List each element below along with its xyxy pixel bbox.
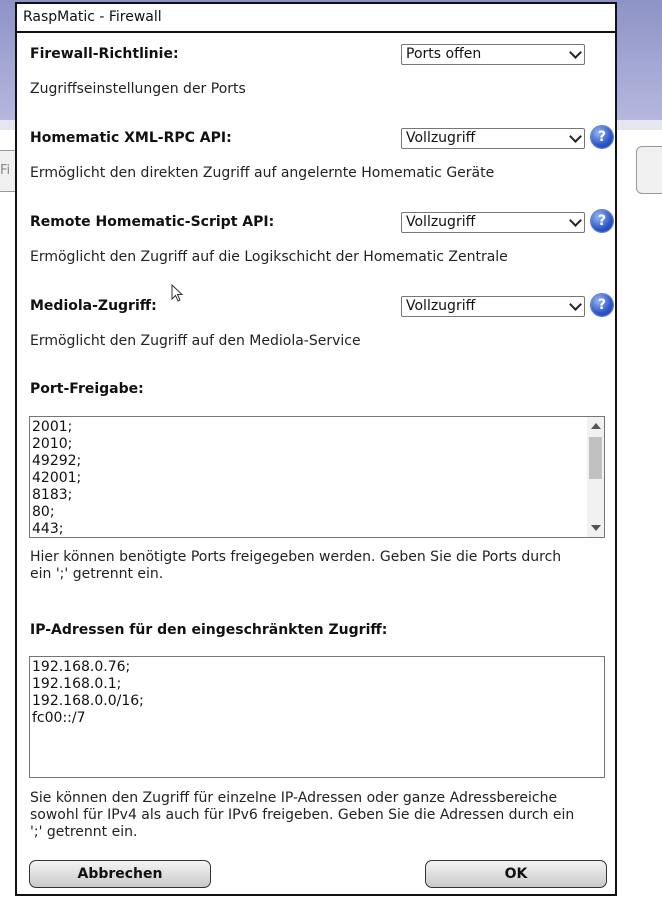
port-line: 80; [32,504,55,520]
script-api-label: Remote Homematic-Script API: [30,214,275,230]
xmlrpc-select[interactable]: Vollzugriff [401,128,585,149]
port-line: 443; [32,521,64,537]
mediola-value: Vollzugriff [406,298,476,314]
script-api-select[interactable]: Vollzugriff [401,212,585,233]
ip-access-description-line-2: sowohl für IPv4 als auch für IPv6 freige… [30,807,575,823]
mediola-select[interactable]: Vollzugriff [401,296,585,317]
mediola-help-icon[interactable]: ? [591,294,613,316]
cancel-button[interactable]: Abbrechen [29,860,211,888]
scroll-down-arrow-icon[interactable] [591,525,601,531]
script-api-value: Vollzugriff [406,214,476,230]
chevron-down-icon [569,214,582,227]
port-line: 2001; [32,419,73,435]
chevron-down-icon [569,298,582,311]
ip-line: 192.168.0.1; [32,676,122,692]
ip-line: fc00::/7 [32,710,86,726]
ok-button[interactable]: OK [425,860,607,888]
chevron-down-icon [569,130,582,143]
script-api-description: Ermöglicht den Zugriff auf die Logikschi… [30,249,508,265]
firewall-policy-description: Zugriffseinstellungen der Ports [30,81,246,97]
chevron-down-icon [569,46,582,59]
script-api-help-icon[interactable]: ? [591,210,613,232]
port-textarea-scrollbar[interactable] [587,417,604,537]
mediola-label: Mediola-Zugriff: [30,298,157,314]
xmlrpc-value: Vollzugriff [406,130,476,146]
port-release-label: Port-Freigabe: [30,381,144,397]
scroll-up-arrow-icon[interactable] [591,423,601,429]
xmlrpc-help-icon[interactable]: ? [591,126,613,148]
port-line: 42001; [32,470,82,486]
background-right-tab [636,146,662,194]
xmlrpc-description: Ermöglicht den direkten Zugriff auf ange… [30,165,495,181]
firewall-dialog: RaspMatic - Firewall Firewall-Richtlinie… [15,2,617,896]
ip-access-description-line-1: Sie können den Zugriff für einzelne IP-A… [30,790,558,806]
ip-access-description-line-3: ';' getrennt ein. [30,824,138,840]
firewall-policy-label: Firewall-Richtlinie: [30,46,179,62]
port-line: 8183; [32,487,73,503]
firewall-policy-select[interactable]: Ports offen [401,44,585,65]
port-line: 49292; [32,453,82,469]
ip-line: 192.168.0.76; [32,659,131,675]
scrollbar-thumb[interactable] [589,437,602,479]
ip-access-textarea[interactable]: 192.168.0.76; 192.168.0.1; 192.168.0.0/1… [29,656,605,778]
ip-line: 192.168.0.0/16; [32,693,144,709]
port-release-description-line-1: Hier können benötigte Ports freigegeben … [30,549,562,565]
mediola-description: Ermöglicht den Zugriff auf den Mediola-S… [30,333,361,349]
port-line: 2010; [32,436,73,452]
firewall-policy-value: Ports offen [406,46,482,62]
xmlrpc-label: Homematic XML-RPC API: [30,130,232,146]
ip-access-label: IP-Adressen für den eingeschränkten Zugr… [30,622,388,638]
background-left-tab-text: Fi [0,163,11,178]
dialog-title: RaspMatic - Firewall [17,4,615,33]
port-release-textarea[interactable]: 2001; 2010; 49292; 42001; 8183; 80; 443; [29,416,605,538]
port-release-description-line-2: ein ';' getrennt ein. [30,566,164,582]
